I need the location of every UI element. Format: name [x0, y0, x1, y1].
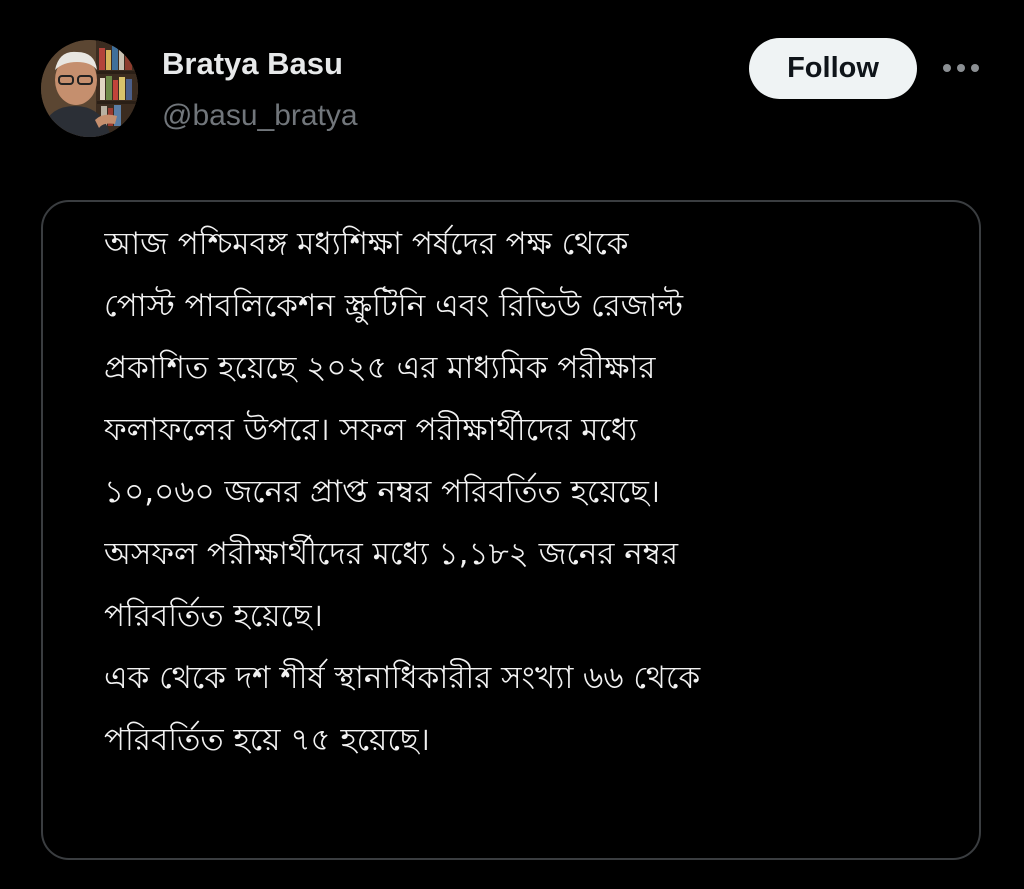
post-text-line: পোস্ট পাবলিকেশন স্ক্রুটিনি এবং রিভিউ রেজ… — [104, 288, 684, 324]
more-options-button[interactable] — [938, 50, 984, 86]
post-text-line: ফলাফলের উপরে। সফল পরীক্ষার্থীদের মধ্যে — [104, 412, 638, 448]
post-text-line: ১০,০৬০ জনের প্রাপ্ত নম্বর পরিবর্তিত হয়ে… — [104, 474, 660, 510]
author-handle[interactable]: @basu_bratya — [162, 96, 358, 136]
post-text-line: আজ পশ্চিমবঙ্গ মধ্যশিক্ষা পর্ষদের পক্ষ থে… — [104, 226, 629, 262]
author-avatar[interactable] — [41, 40, 138, 137]
post-text-line: পরিবর্তিত হয়েছে। — [104, 598, 323, 634]
post-text-line: এক থেকে দশ শীর্ষ স্থানাধিকারীর সংখ্যা ৬৬… — [104, 660, 701, 696]
more-horizontal-icon — [943, 64, 979, 72]
post-screen: Bratya Basu @basu_bratya Follow আজ পশ্চি… — [0, 0, 1024, 889]
post-text-line: পরিবর্তিত হয়ে ৭৫ হয়েছে। — [104, 722, 430, 758]
follow-button[interactable]: Follow — [749, 38, 917, 99]
post-text-line: প্রকাশিত হয়েছে ২০২৫ এর মাধ্যমিক পরীক্ষা… — [104, 350, 656, 386]
post-image-text: আজ পশ্চিমবঙ্গ মধ্যশিক্ষা পর্ষদের পক্ষ থে… — [104, 213, 964, 771]
post-text-line: অসফল পরীক্ষার্থীদের মধ্যে ১,১৮২ জনের নম্… — [104, 536, 679, 572]
author-name[interactable]: Bratya Basu — [162, 44, 343, 84]
avatar-photo-icon — [41, 40, 138, 137]
